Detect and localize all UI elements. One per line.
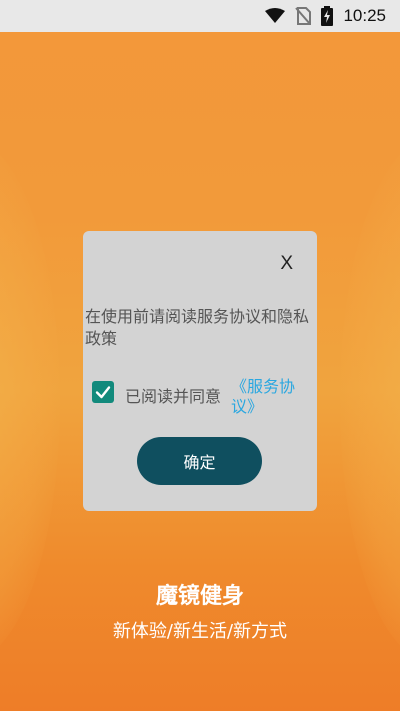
confirm-button[interactable]: 确定: [137, 437, 262, 485]
app-slogan: 新体验/新生活/新方式: [112, 621, 288, 642]
close-button[interactable]: X: [280, 253, 293, 275]
service-agreement-link[interactable]: 《服务协议》: [231, 377, 309, 417]
dialog-message: 在使用前请阅读服务协议和隐私政策: [85, 307, 310, 348]
agree-label: 已阅读并同意: [125, 387, 222, 406]
privacy-dialog: X 在使用前请阅读服务协议和隐私政策 已阅读并同意 《服务协议》 确定: [83, 231, 317, 511]
agree-row: 已阅读并同意 《服务协议》: [91, 377, 313, 416]
check-icon: [95, 386, 111, 399]
splash-screen: 10:25 X 在使用前请阅读服务协议和隐私政策 已阅读并同意 《服务协议》 确…: [0, 0, 400, 711]
no-sim-icon: [295, 7, 312, 25]
battery-charging-icon: [321, 6, 334, 26]
wifi-icon: [265, 8, 286, 24]
app-title: 魔镜健身: [155, 584, 244, 609]
status-bar: 10:25: [0, 0, 400, 32]
agree-checkbox[interactable]: [92, 381, 114, 403]
status-time: 10:25: [343, 6, 386, 25]
